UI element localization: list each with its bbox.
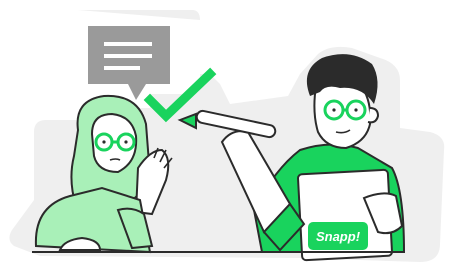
speech-bubble xyxy=(88,26,170,100)
illustration-canvas: Snapp! xyxy=(0,0,450,276)
bubble-line-3 xyxy=(104,66,140,70)
illustration-svg: Snapp! xyxy=(9,10,445,262)
bubble-line-1 xyxy=(104,42,152,46)
brand-label: Snapp! xyxy=(316,229,361,244)
bubble-line-2 xyxy=(104,54,152,58)
